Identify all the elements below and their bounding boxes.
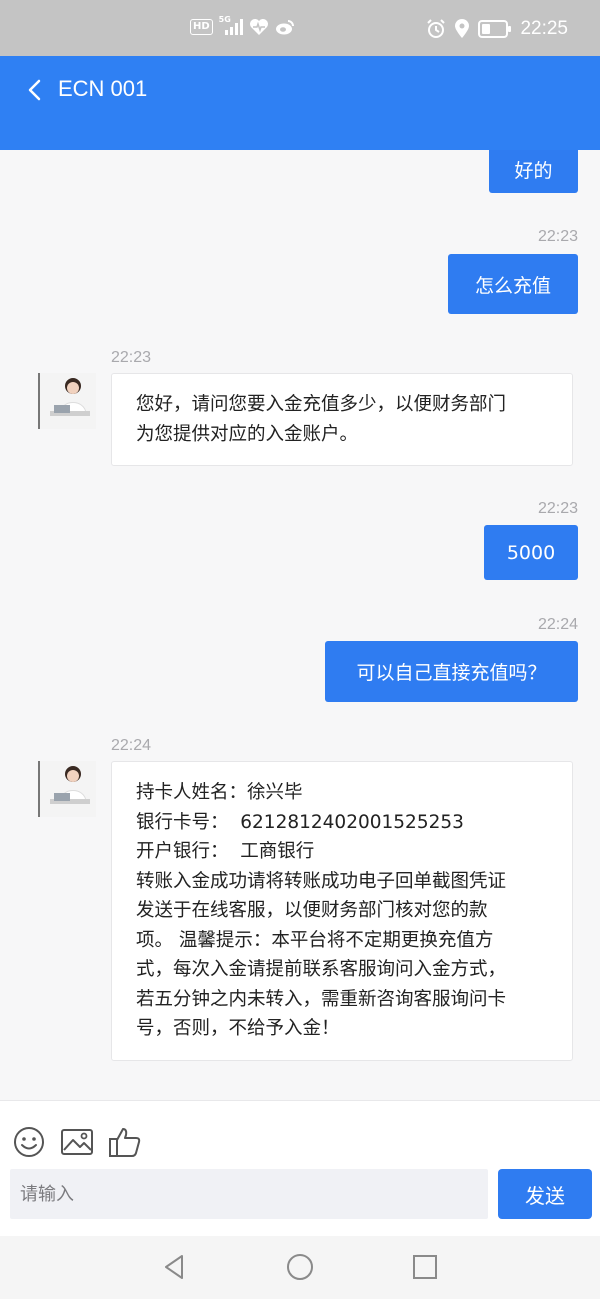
message-timestamp: 22:23 [111,349,152,366]
thumbs-up-icon[interactable] [108,1125,142,1159]
outgoing-message-bubble[interactable]: 5000 [484,525,578,580]
message-composer: 发送 [0,1100,600,1237]
outgoing-message-bubble[interactable]: 可以自己直接充值吗？ [325,641,578,702]
message-text: 好的 [514,160,553,182]
message-text-line: 银行卡号： 6212812402001525253 [136,811,464,833]
message-text: 可以自己直接充值吗？ [356,662,547,684]
incoming-message-bubble[interactable]: 持卡人姓名：徐兴毕 银行卡号： 6212812402001525253 开户银行… [111,761,573,1061]
chevron-left-icon[interactable] [22,76,50,104]
system-nav-bar [0,1236,600,1299]
message-timestamp: 22:23 [537,500,578,517]
send-button[interactable]: 发送 [498,1169,592,1219]
message-text-line: 若五分钟之内未转入，需重新咨询客服询问卡 [136,988,507,1010]
alarm-icon [427,19,446,38]
message-text-line: 您好，请问您要入金充值多少，以便财务部门 [136,394,507,415]
avatar[interactable] [38,373,96,429]
status-time: 22:25 [520,18,568,39]
home-circle-icon[interactable] [285,1252,315,1282]
avatar[interactable] [38,761,96,817]
outgoing-message-bubble[interactable]: 好的 [489,150,578,193]
message-text-line: 项。 温馨提示：本平台将不定期更换充值方 [136,929,494,951]
outgoing-message-bubble[interactable]: 怎么充值 [448,254,578,314]
recents-square-icon[interactable] [410,1252,440,1282]
emoji-icon[interactable] [12,1125,46,1159]
app-header: ECN 001 [0,56,600,150]
status-bar: HD 5G 22:25 [0,0,600,56]
status-icons-left: HD 5G [190,15,295,36]
message-text-line: 发送于在线客服，以便财务部门核对您的款 [136,900,488,921]
agent-avatar-icon [40,373,96,429]
signal-icon: 5G [219,15,243,35]
image-icon[interactable] [60,1125,94,1159]
status-icons-right: 22:25 [426,18,568,40]
message-text: 5000 [506,541,556,564]
page-title: ECN 001 [58,76,148,101]
location-icon [455,19,470,38]
hd-badge: HD [190,19,213,35]
heart-health-icon [249,19,268,35]
agent-avatar-icon [40,761,96,817]
back-triangle-icon[interactable] [160,1252,190,1282]
message-timestamp: 22:23 [537,228,578,245]
message-text-line: 式，每次入金请提前联系客服询问入金方式， [136,959,507,980]
chat-message-list[interactable]: 好的 22:23 怎么充值 22:23 您好，请问您要入金充值多少，以便财务部门… [0,150,600,1100]
message-text-line: 号，否则，不给予入金！ [136,1018,340,1039]
weibo-icon [275,20,294,35]
message-text-line: 为您提供对应的入金账户。 [136,423,359,445]
battery-icon [478,20,512,38]
message-timestamp: 22:24 [537,616,578,633]
incoming-message-bubble[interactable]: 您好，请问您要入金充值多少，以便财务部门 为您提供对应的入金账户。 [111,373,573,466]
message-text-line: 转账入金成功请将转账成功电子回单截图凭证 [136,870,507,892]
message-text-line: 持卡人姓名：徐兴毕 [136,782,303,803]
message-timestamp: 22:24 [111,737,152,754]
message-text: 怎么充值 [474,274,551,297]
message-text-line: 开户银行： 工商银行 [136,841,315,862]
message-input[interactable] [10,1169,488,1219]
